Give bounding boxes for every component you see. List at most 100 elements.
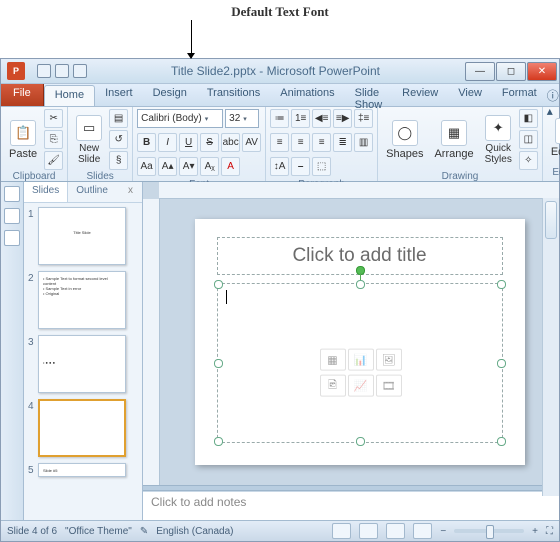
- shape-fill-button[interactable]: ◧: [519, 109, 538, 128]
- format-painter-button[interactable]: 🖌: [44, 151, 63, 170]
- resize-handle[interactable]: [497, 359, 506, 368]
- minimize-button[interactable]: —: [465, 62, 495, 81]
- tab-file[interactable]: File: [1, 84, 44, 106]
- font-color-button[interactable]: A: [221, 157, 240, 176]
- slide-thumb-3[interactable]: • ● ● ●: [38, 335, 126, 393]
- resize-handle[interactable]: [214, 280, 223, 289]
- qat-redo-icon[interactable]: [73, 64, 87, 78]
- fit-to-window-button[interactable]: ⛶: [546, 526, 553, 537]
- font-name-combo[interactable]: Calibri (Body)▾: [137, 109, 223, 128]
- align-right-button[interactable]: ≡: [312, 133, 331, 152]
- shrink-font-button[interactable]: A▾: [179, 157, 198, 176]
- resize-handle[interactable]: [497, 280, 506, 289]
- insert-smartart-icon[interactable]: 🖼: [376, 349, 402, 371]
- rail-icon[interactable]: [4, 186, 20, 202]
- zoom-out-button[interactable]: −: [440, 526, 446, 537]
- ruler-horizontal[interactable]: [159, 182, 559, 199]
- scrollbar-vertical[interactable]: [542, 198, 559, 496]
- underline-button[interactable]: U: [179, 133, 198, 152]
- thumb-row[interactable]: 4: [28, 399, 138, 457]
- cut-button[interactable]: ✂: [44, 109, 63, 128]
- close-button[interactable]: ✕: [527, 62, 557, 81]
- char-spacing-button[interactable]: AV: [242, 133, 261, 152]
- rail-icon[interactable]: [4, 230, 20, 246]
- slide-canvas[interactable]: Click to add title ▦ 📊 🖼 🖻 📈: [160, 199, 559, 485]
- tab-review[interactable]: Review: [392, 84, 448, 106]
- slide[interactable]: Click to add title ▦ 📊 🖼 🖻 📈: [195, 219, 525, 465]
- tab-home[interactable]: Home: [44, 85, 95, 106]
- close-pane-icon[interactable]: x: [128, 185, 133, 196]
- smartart-button[interactable]: ⬚: [312, 157, 331, 176]
- resize-handle[interactable]: [356, 280, 365, 289]
- notes-pane[interactable]: Click to add notes: [143, 491, 559, 520]
- editing-button[interactable]: 🔍Editing: [547, 116, 560, 160]
- resize-handle[interactable]: [214, 437, 223, 446]
- columns-button[interactable]: ▥: [354, 133, 373, 152]
- normal-view-button[interactable]: [332, 523, 351, 539]
- thumb-row[interactable]: 2• Sample Text to format second level co…: [28, 271, 138, 329]
- tab-slideshow[interactable]: Slide Show: [345, 84, 393, 106]
- change-case-button[interactable]: Aa: [137, 157, 156, 176]
- insert-picture-icon[interactable]: 🖻: [320, 375, 346, 397]
- section-button[interactable]: §: [109, 151, 128, 170]
- thumb-row[interactable]: 3• ● ● ●: [28, 335, 138, 393]
- numbering-button[interactable]: 1≡: [291, 109, 310, 128]
- zoom-slider[interactable]: [454, 529, 524, 533]
- grow-font-button[interactable]: A▴: [158, 157, 177, 176]
- shapes-button[interactable]: ◯Shapes: [382, 118, 427, 162]
- app-icon[interactable]: P: [7, 62, 25, 80]
- slideshow-view-button[interactable]: [413, 523, 432, 539]
- resize-handle[interactable]: [356, 437, 365, 446]
- tab-transitions[interactable]: Transitions: [197, 84, 270, 106]
- spellcheck-icon[interactable]: ✎: [140, 526, 148, 537]
- slide-thumb-1[interactable]: Title Slide: [38, 207, 126, 265]
- rail-icon[interactable]: [4, 208, 20, 224]
- scroll-thumb[interactable]: [545, 201, 557, 239]
- qat-undo-icon[interactable]: [55, 64, 69, 78]
- tab-view[interactable]: View: [448, 84, 492, 106]
- thumb-row[interactable]: 5Slide #5: [28, 463, 138, 477]
- strike-button[interactable]: S: [200, 133, 219, 152]
- tab-outline[interactable]: Outlinex: [68, 182, 141, 202]
- tab-design[interactable]: Design: [143, 84, 197, 106]
- new-slide-button[interactable]: ▭ New Slide: [72, 113, 106, 167]
- ruler-vertical[interactable]: [143, 199, 160, 485]
- clear-format-button[interactable]: Aᵪ: [200, 157, 219, 176]
- align-left-button[interactable]: ≡: [270, 133, 289, 152]
- ribbon-help-icon[interactable]: ⓘ ▴: [547, 84, 559, 106]
- copy-button[interactable]: ⎘: [44, 130, 63, 149]
- justify-button[interactable]: ≣: [333, 133, 352, 152]
- tab-slides[interactable]: Slides: [24, 182, 68, 202]
- maximize-button[interactable]: ◻: [496, 62, 526, 81]
- thumb-row[interactable]: 1Title Slide: [28, 207, 138, 265]
- resize-handle[interactable]: [497, 437, 506, 446]
- insert-chart-icon[interactable]: 📊: [348, 349, 374, 371]
- tab-insert[interactable]: Insert: [95, 84, 143, 106]
- zoom-thumb[interactable]: [486, 525, 494, 539]
- dec-indent-button[interactable]: ◀≡: [312, 109, 331, 128]
- reset-button[interactable]: ↺: [109, 130, 128, 149]
- shape-effects-button[interactable]: ✧: [519, 151, 538, 170]
- italic-button[interactable]: I: [158, 133, 177, 152]
- layout-button[interactable]: ▤: [109, 109, 128, 128]
- insert-table-icon[interactable]: ▦: [320, 349, 346, 371]
- align-text-button[interactable]: ⎯: [291, 157, 310, 176]
- tab-animations[interactable]: Animations: [270, 84, 344, 106]
- font-size-combo[interactable]: 32▾: [225, 109, 259, 128]
- slide-thumb-4[interactable]: [38, 399, 126, 457]
- text-direction-button[interactable]: ↕A: [270, 157, 289, 176]
- zoom-in-button[interactable]: +: [532, 526, 538, 537]
- insert-media-icon[interactable]: 🎞: [376, 375, 402, 397]
- reading-view-button[interactable]: [386, 523, 405, 539]
- slide-thumb-2[interactable]: • Sample Text to format second level con…: [38, 271, 126, 329]
- inc-indent-button[interactable]: ≡▶: [333, 109, 352, 128]
- bullets-button[interactable]: ≔: [270, 109, 289, 128]
- shape-outline-button[interactable]: ◫: [519, 130, 538, 149]
- resize-handle[interactable]: [214, 359, 223, 368]
- arrange-button[interactable]: ▦Arrange: [430, 118, 477, 162]
- sorter-view-button[interactable]: [359, 523, 378, 539]
- paste-button[interactable]: 📋 Paste: [5, 118, 41, 162]
- shadow-button[interactable]: abc: [221, 133, 240, 152]
- thumbnails-list[interactable]: 1Title Slide 2• Sample Text to format se…: [24, 203, 142, 520]
- line-spacing-button[interactable]: ‡≡: [354, 109, 373, 128]
